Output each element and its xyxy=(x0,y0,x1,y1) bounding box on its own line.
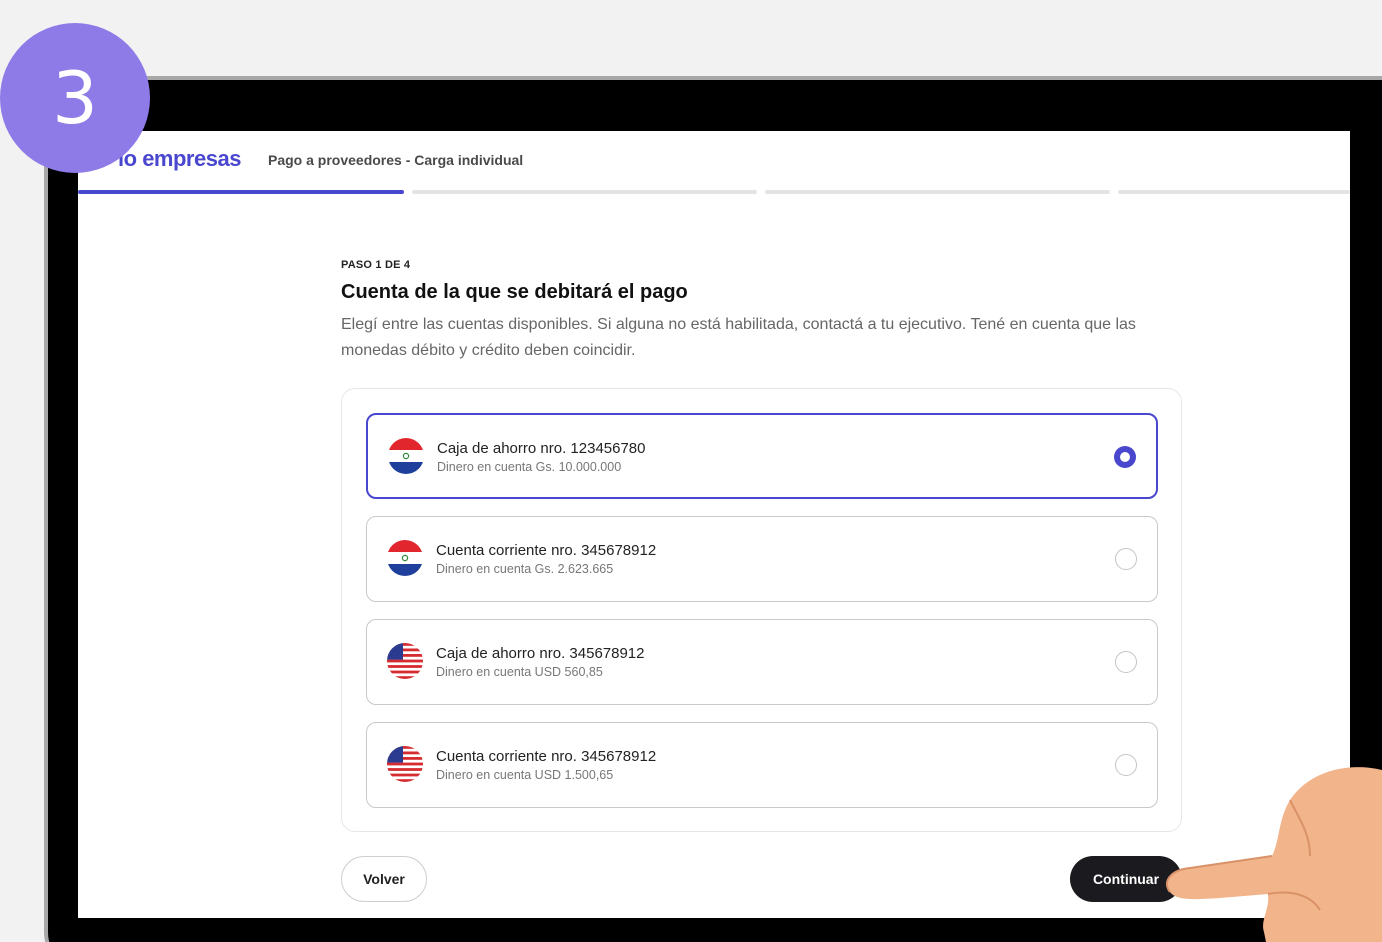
page-title: Cuenta de la que se debitará el pago xyxy=(341,281,688,303)
page-description: Elegí entre las cuentas disponibles. Si … xyxy=(341,316,1136,359)
top-bar: lo empresas Pago a proveedores - Carga i… xyxy=(78,131,1350,191)
account-list-card: Caja de ahorro nro. 123456780 Dinero en … xyxy=(341,388,1182,832)
account-option[interactable]: Cuenta corriente nro. 345678912 Dinero e… xyxy=(366,516,1158,602)
brand-logo[interactable]: lo empresas xyxy=(118,146,241,172)
back-button[interactable]: Volver xyxy=(341,856,427,902)
progress-segment-2 xyxy=(412,190,757,194)
account-balance: Dinero en cuenta Gs. 10.000.000 xyxy=(437,460,622,474)
account-title: Caja de ahorro nro. 123456780 xyxy=(437,440,646,457)
usa-flag-icon xyxy=(387,643,423,679)
pointing-hand-icon xyxy=(1165,767,1382,942)
progress-segment-4 xyxy=(1118,190,1350,194)
account-option[interactable]: Caja de ahorro nro. 345678912 Dinero en … xyxy=(366,619,1158,705)
account-option[interactable]: Cuenta corriente nro. 345678912 Dinero e… xyxy=(366,722,1158,808)
progress-segment-1 xyxy=(78,190,404,194)
radio-unselected[interactable] xyxy=(1115,754,1137,776)
account-title: Caja de ahorro nro. 345678912 xyxy=(436,645,645,662)
account-balance: Dinero en cuenta USD 560,85 xyxy=(436,665,603,679)
step-label: PASO 1 DE 4 xyxy=(341,259,411,271)
usa-flag-icon xyxy=(387,746,423,782)
radio-unselected[interactable] xyxy=(1115,651,1137,673)
radio-selected[interactable] xyxy=(1114,446,1136,468)
account-title: Cuenta corriente nro. 345678912 xyxy=(436,542,657,559)
progress-segment-3 xyxy=(765,190,1110,194)
step-header: PASO 1 DE 4 Cuenta de la que se debitará… xyxy=(341,259,1181,364)
page-subtitle: Pago a proveedores - Carga individual xyxy=(268,152,524,168)
account-balance: Dinero en cuenta USD 1.500,65 xyxy=(436,768,614,782)
account-option[interactable]: Caja de ahorro nro. 123456780 Dinero en … xyxy=(366,413,1158,499)
step-progress-bar xyxy=(78,190,1350,194)
paraguay-flag-icon xyxy=(388,438,424,474)
radio-unselected[interactable] xyxy=(1115,548,1137,570)
paraguay-flag-icon xyxy=(387,540,423,576)
account-title: Cuenta corriente nro. 345678912 xyxy=(436,748,657,765)
account-balance: Dinero en cuenta Gs. 2.623.665 xyxy=(436,562,614,576)
step-number-badge: 3 xyxy=(0,23,150,173)
